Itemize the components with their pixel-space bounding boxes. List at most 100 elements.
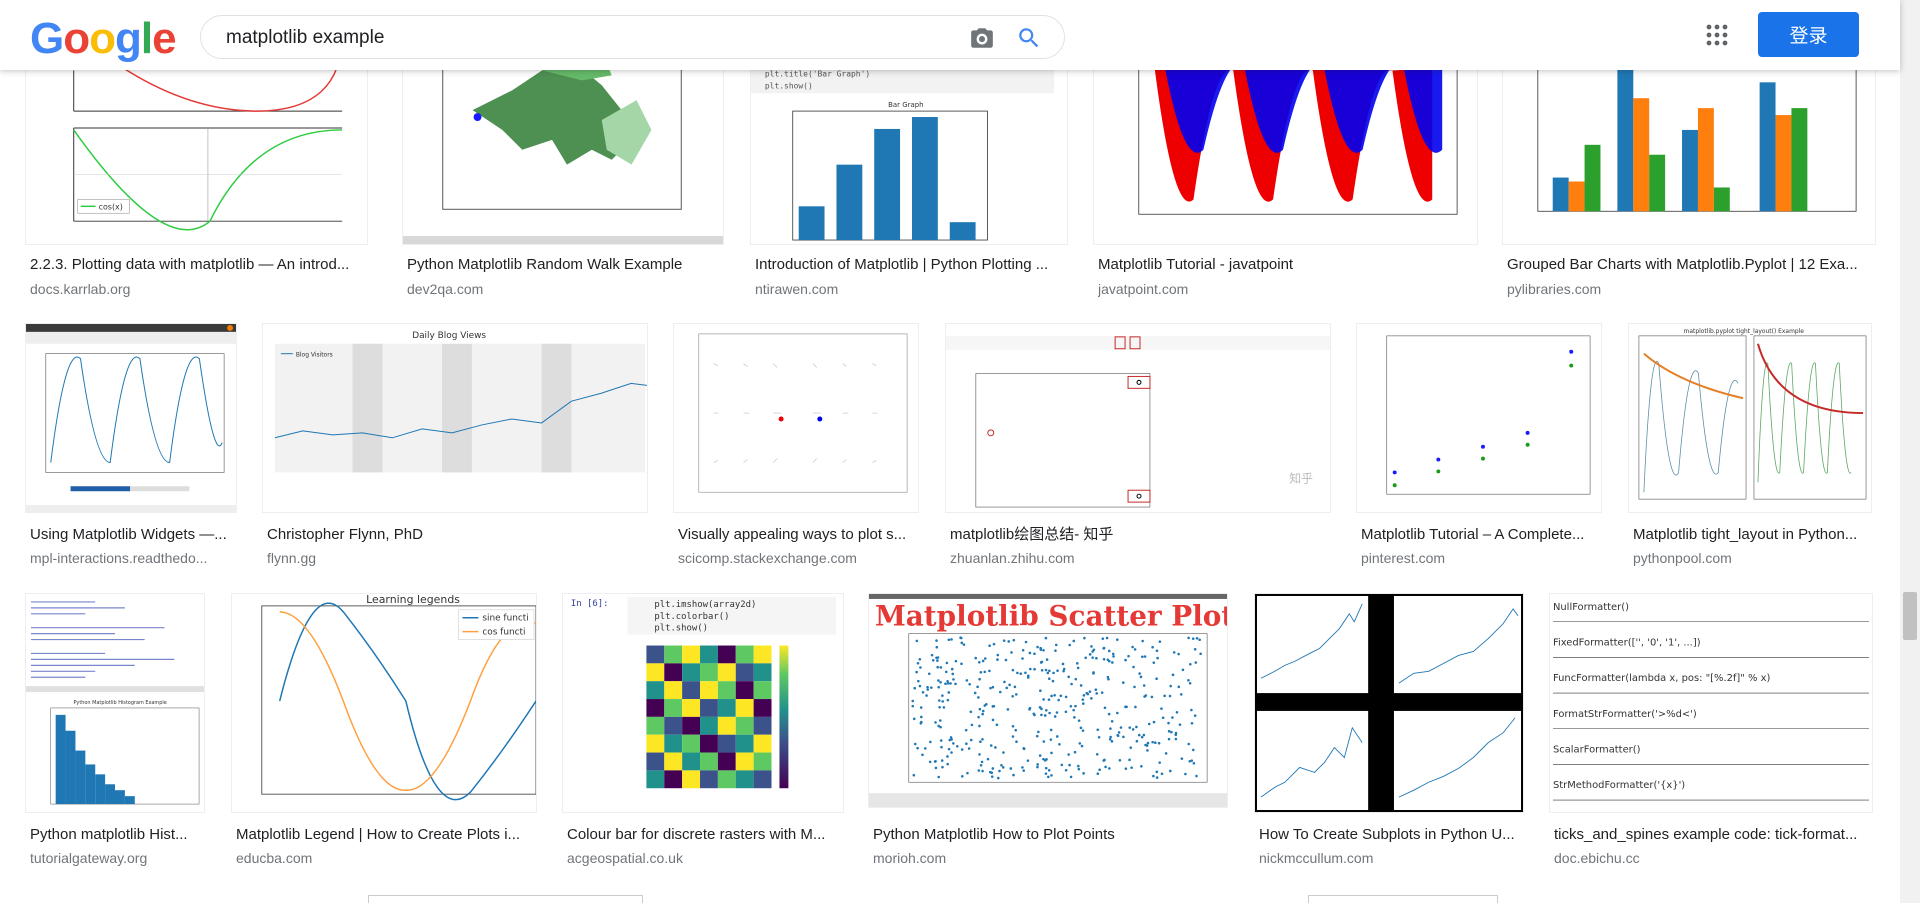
result-card[interactable]: Learning legends sine functi cos functi …	[231, 593, 539, 873]
result-thumbnail[interactable]	[1254, 593, 1524, 813]
result-card[interactable]: Using Matplotlib Widgets —... mpl-intera…	[25, 323, 239, 573]
result-source[interactable]: dev2qa.com	[407, 280, 727, 298]
result-thumbnail[interactable]: matplotlib.pyplot tight_layout() Example	[1628, 323, 1872, 513]
apps-grid-icon[interactable]	[1706, 24, 1728, 46]
search-icon[interactable]	[1016, 25, 1042, 51]
scrollbar-thumb[interactable]	[1903, 592, 1917, 640]
result-title[interactable]: Matplotlib tight_layout in Python...	[1633, 526, 1873, 544]
result-card[interactable]: Daily Blog Views Blog Visitors Christoph…	[262, 323, 648, 573]
result-source[interactable]: javatpoint.com	[1098, 280, 1481, 298]
result-thumbnail[interactable]: Matplotlib Scatter Plot	[868, 593, 1228, 808]
scatter-point	[1039, 689, 1042, 692]
result-source[interactable]: zhuanlan.zhihu.com	[950, 549, 1330, 567]
scatter-point	[1180, 757, 1184, 760]
result-card[interactable]: Matplotlib Scatter Plot Python Matplotli…	[868, 593, 1230, 873]
scatter-point	[945, 661, 949, 665]
scatter-point	[937, 685, 941, 689]
scatter-point	[1073, 716, 1076, 719]
scatter-point	[1014, 693, 1018, 696]
scatter-point	[1012, 638, 1016, 642]
result-card[interactable]: Python Matplotlib Histogram Example Pyth…	[25, 593, 207, 873]
result-title[interactable]: Christopher Flynn, PhD	[267, 526, 647, 544]
scatter-point	[1054, 649, 1057, 652]
result-title[interactable]: Colour bar for discrete rasters with M..…	[567, 826, 843, 844]
scatter-point	[1039, 661, 1043, 664]
camera-icon[interactable]	[969, 25, 995, 51]
scatter-point	[990, 771, 994, 775]
next-row-thumbnail[interactable]	[1308, 895, 1498, 903]
google-logo[interactable]: Google	[30, 14, 177, 64]
result-thumbnail[interactable]	[25, 323, 237, 513]
result-thumbnail[interactable]	[1356, 323, 1602, 513]
search-input[interactable]	[226, 26, 926, 50]
scatter-point	[956, 744, 959, 748]
result-source[interactable]: acgeospatial.co.uk	[567, 849, 843, 867]
result-source[interactable]: mpl-interactions.readthedo...	[30, 549, 235, 567]
result-card[interactable]: NullFormatter() FixedFormatter(['', '0',…	[1549, 593, 1875, 873]
scatter-point	[981, 769, 984, 773]
next-row-thumbnail[interactable]	[368, 895, 643, 903]
result-card[interactable]: In [6]: plt.imshow(array2d) plt.colorbar…	[562, 593, 844, 873]
scatter-point	[1033, 652, 1036, 656]
result-source[interactable]: pylibraries.com	[1507, 280, 1877, 298]
scatter-point	[940, 745, 943, 749]
result-title[interactable]: Matplotlib Legend | How to Create Plots …	[236, 826, 536, 844]
scatter-point	[1002, 639, 1006, 642]
scatter-point	[1116, 638, 1119, 641]
result-title[interactable]: Using Matplotlib Widgets —...	[30, 526, 235, 544]
scatter-point	[941, 765, 944, 769]
scatter-point	[946, 755, 949, 758]
result-thumbnail[interactable]: Daily Blog Views Blog Visitors	[262, 323, 648, 513]
result-card[interactable]: matplotlib.pyplot tight_layout() Example…	[1628, 323, 1874, 573]
result-title[interactable]: Grouped Bar Charts with Matplotlib.Pyplo…	[1507, 256, 1877, 274]
result-source[interactable]: scicomp.stackexchange.com	[678, 549, 918, 567]
result-title[interactable]: ticks_and_spines example code: tick-form…	[1554, 826, 1874, 844]
result-title[interactable]: Visually appealing ways to plot s...	[678, 526, 918, 544]
result-title[interactable]: matplotlib绘图总结- 知乎	[950, 526, 1330, 544]
result-thumbnail[interactable]: In [6]: plt.imshow(array2d) plt.colorbar…	[562, 593, 844, 813]
result-thumbnail[interactable]: 知乎	[945, 323, 1331, 513]
scatter-point	[935, 656, 938, 660]
scatter-point	[978, 753, 981, 756]
result-source[interactable]: tutorialgateway.org	[30, 849, 206, 867]
result-card[interactable]: Visually appealing ways to plot s... sci…	[673, 323, 921, 573]
result-title[interactable]: Python matplotlib Hist...	[30, 826, 206, 844]
result-title[interactable]: Python Matplotlib Random Walk Example	[407, 256, 727, 274]
result-card[interactable]: How To Create Subplots in Python U... ni…	[1254, 593, 1524, 873]
scatter-point	[1158, 761, 1161, 764]
result-source[interactable]: morioh.com	[873, 849, 1229, 867]
scatter-point	[1045, 758, 1048, 761]
result-source[interactable]: pythonpool.com	[1633, 549, 1873, 567]
scatter-point	[950, 667, 954, 671]
result-source[interactable]: nickmccullum.com	[1259, 849, 1525, 867]
scatter-point	[1083, 636, 1086, 640]
scatter-point	[1098, 768, 1101, 772]
scatter-point	[921, 690, 925, 694]
result-thumbnail[interactable]: Learning legends sine functi cos functi	[231, 593, 537, 813]
result-thumbnail[interactable]: Python Matplotlib Histogram Example	[25, 593, 205, 813]
scatter-point	[991, 718, 995, 722]
result-source[interactable]: educba.com	[236, 849, 536, 867]
result-thumbnail[interactable]: NullFormatter() FixedFormatter(['', '0',…	[1549, 593, 1873, 813]
scatter-point	[973, 691, 977, 695]
result-title[interactable]: How To Create Subplots in Python U...	[1259, 826, 1525, 844]
result-thumbnail[interactable]	[673, 323, 919, 513]
scatter-point	[1199, 652, 1202, 656]
result-card[interactable]: Matplotlib Tutorial – A Complete... pint…	[1356, 323, 1604, 573]
result-source[interactable]: docs.karrlab.org	[30, 280, 370, 298]
result-source[interactable]: doc.ebichu.cc	[1554, 849, 1874, 867]
scrollbar-track[interactable]	[1900, 0, 1920, 903]
result-title[interactable]: Matplotlib Tutorial – A Complete...	[1361, 526, 1601, 544]
result-source[interactable]: ntirawen.com	[755, 280, 1071, 298]
result-title[interactable]: 2.2.3. Plotting data with matplotlib — A…	[30, 256, 370, 274]
login-button[interactable]: 登录	[1758, 12, 1859, 57]
result-title[interactable]: Introduction of Matplotlib | Python Plot…	[755, 256, 1071, 274]
result-source[interactable]: flynn.gg	[267, 549, 647, 567]
scatter-point	[1110, 720, 1114, 723]
result-card[interactable]: 知乎 matplotlib绘图总结- 知乎 zhuanlan.zhihu.com	[945, 323, 1331, 573]
scatter-point	[919, 721, 923, 725]
scatter-point	[1047, 768, 1051, 772]
result-source[interactable]: pinterest.com	[1361, 549, 1601, 567]
result-title[interactable]: Matplotlib Tutorial - javatpoint	[1098, 256, 1481, 274]
result-title[interactable]: Python Matplotlib How to Plot Points	[873, 826, 1229, 844]
